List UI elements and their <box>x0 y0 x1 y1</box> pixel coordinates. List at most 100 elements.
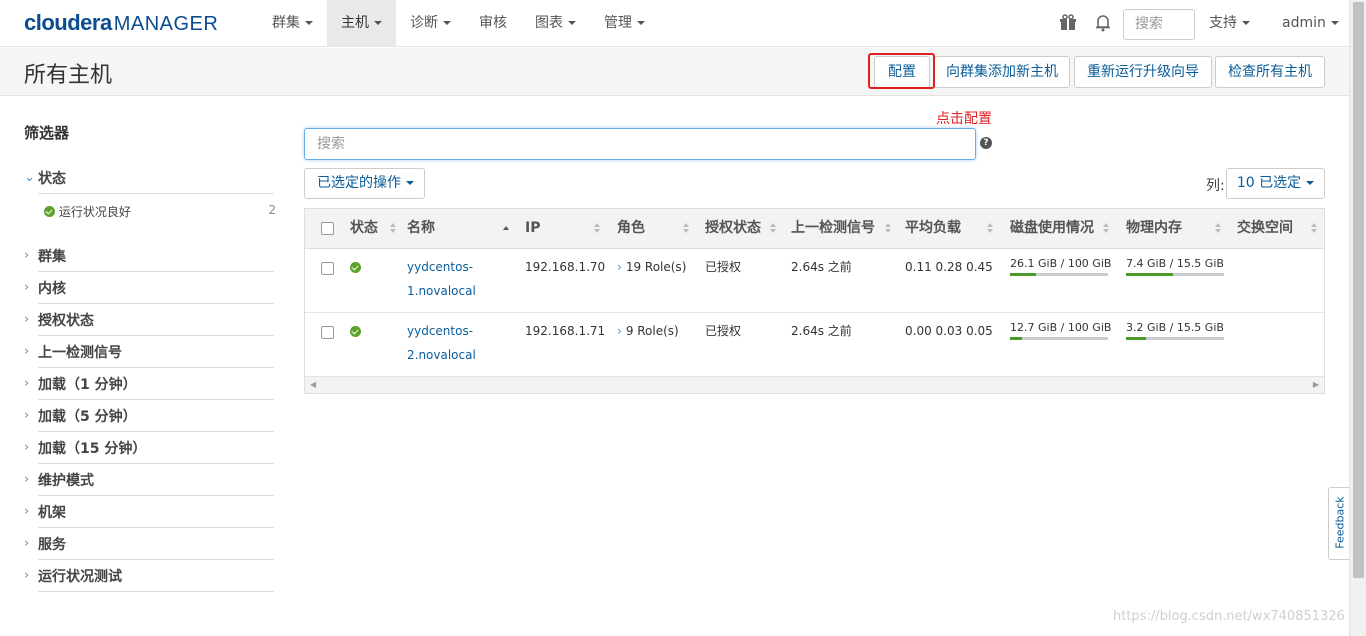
table-row[interactable]: yydcentos- 1.novalocal 192.168.1.70 › 19 R… <box>305 249 1324 313</box>
chevron-down-icon <box>374 21 382 25</box>
filter-count: 2 <box>268 203 276 217</box>
check-circle-icon <box>44 206 55 217</box>
nav-audits[interactable]: 审核 <box>465 0 521 47</box>
chevron-down-icon <box>406 181 414 185</box>
scroll-right-icon: ▶ <box>1312 380 1319 389</box>
sort-icon <box>683 223 689 234</box>
gift-icon[interactable] <box>1059 14 1077 32</box>
status-filter-healthy[interactable]: 运行状况良好 2 <box>44 203 276 223</box>
chevron-right-icon: › <box>24 248 30 263</box>
host-ip: 192.168.1.70 <box>525 260 606 274</box>
status-ok-icon <box>350 326 361 337</box>
facet-rack[interactable]: › 机架 <box>24 496 274 528</box>
nav-clusters[interactable]: 群集 <box>258 0 327 47</box>
col-swap-space[interactable]: 交换空间 <box>1237 209 1293 249</box>
nav-administration[interactable]: 管理 <box>590 0 659 47</box>
columns-label: 列: <box>1206 178 1225 194</box>
main-nav: 群集 主机 诊断 审核 图表 管理 <box>258 0 659 47</box>
facet-kernel[interactable]: › 内核 <box>24 272 274 304</box>
page-header: 所有主机 配置 向群集添加新主机 重新运行升级向导 检查所有主机 <box>0 48 1349 96</box>
col-roles[interactable]: 角色 <box>617 209 645 249</box>
global-search-input[interactable]: 搜索 <box>1123 9 1195 40</box>
host-search-input[interactable]: 搜索 <box>304 128 976 160</box>
chevron-right-icon: › <box>617 260 622 274</box>
row-checkbox[interactable] <box>321 326 334 339</box>
inspect-all-hosts-button[interactable]: 检查所有主机 <box>1215 56 1325 88</box>
memory-usage-bar: 7.4 GiB / 15.5 GiB <box>1126 257 1224 276</box>
rerun-upgrade-wizard-button[interactable]: 重新运行升级向导 <box>1074 56 1212 88</box>
col-load-average[interactable]: 平均负载 <box>905 209 961 249</box>
col-ip[interactable]: IP <box>525 209 540 249</box>
page-title: 所有主机 <box>24 63 113 88</box>
scrollbar-thumb[interactable] <box>1353 2 1364 578</box>
host-last-heartbeat: 2.64s 之前 <box>791 324 852 338</box>
sort-icon <box>1215 223 1221 234</box>
help-icon[interactable]: ? <box>980 137 992 149</box>
watermark: https://blog.csdn.net/wx740851326 <box>1113 609 1345 624</box>
configure-highlight-box <box>868 53 935 89</box>
filters-title: 筛选器 <box>24 124 70 142</box>
sort-icon <box>1311 223 1317 234</box>
host-name-link[interactable]: yydcentos- 1.novalocal <box>407 255 476 303</box>
status-ok-icon <box>350 262 361 273</box>
bell-icon[interactable] <box>1094 14 1112 32</box>
col-disk-usage[interactable]: 磁盘使用情况 <box>1010 209 1094 249</box>
facet-maintenance-mode[interactable]: › 维护模式 <box>24 464 274 496</box>
nav-hosts[interactable]: 主机 <box>327 0 396 47</box>
columns-dropdown[interactable]: 10 已选定 <box>1226 168 1325 199</box>
chevron-right-icon: › <box>24 472 30 487</box>
sort-icon <box>770 223 776 234</box>
annotation-text: 点击配置 <box>936 111 992 127</box>
col-auth-status[interactable]: 授权状态 <box>705 209 761 249</box>
chevron-down-icon <box>1306 181 1315 185</box>
sort-icon <box>987 223 993 234</box>
host-auth-status: 已授权 <box>705 324 742 338</box>
chevron-right-icon: › <box>24 504 30 519</box>
table-row[interactable]: yydcentos- 2.novalocal 192.168.1.71 › 9 Ro… <box>305 313 1324 377</box>
chevron-down-icon <box>1242 21 1250 25</box>
facet-last-heartbeat[interactable]: › 上一检测信号 <box>24 336 274 368</box>
facet-services[interactable]: › 服务 <box>24 528 274 560</box>
support-menu[interactable]: 支持 <box>1209 0 1250 46</box>
add-host-button[interactable]: 向群集添加新主机 <box>934 56 1070 88</box>
chevron-down-icon <box>637 21 645 25</box>
chevron-right-icon: › <box>24 408 30 423</box>
row-checkbox[interactable] <box>321 262 334 275</box>
host-roles[interactable]: › 19 Role(s) <box>617 259 686 275</box>
facet-load-1min[interactable]: › 加载（1 分钟） <box>24 368 274 400</box>
chevron-right-icon: › <box>24 568 30 583</box>
user-menu[interactable]: admin <box>1282 0 1339 46</box>
table-horizontal-scrollbar[interactable]: ◀ ▶ <box>305 376 1324 393</box>
chevron-right-icon: › <box>24 440 30 455</box>
facet-status[interactable]: ⌄ 状态 <box>24 162 274 194</box>
brand-product: MANAGER <box>113 13 219 35</box>
facet-load-15min[interactable]: › 加载（15 分钟） <box>24 432 274 464</box>
host-roles[interactable]: › 9 Role(s) <box>617 323 679 339</box>
chevron-right-icon: › <box>24 280 30 295</box>
select-all-checkbox[interactable] <box>321 222 334 235</box>
facet-load-5min[interactable]: › 加载（5 分钟） <box>24 400 274 432</box>
col-status[interactable]: 状态 <box>350 209 378 249</box>
chevron-down-icon <box>305 21 313 25</box>
facet-health-tests[interactable]: › 运行状况测试 <box>24 560 274 592</box>
feedback-tab[interactable]: Feedback <box>1328 487 1350 560</box>
sort-icon <box>1103 223 1109 234</box>
chevron-right-icon: › <box>24 376 30 391</box>
col-last-heartbeat[interactable]: 上一检测信号 <box>791 209 875 249</box>
page-vertical-scrollbar[interactable] <box>1349 0 1366 636</box>
selected-actions-dropdown[interactable]: 已选定的操作 <box>304 168 425 199</box>
chevron-down-icon <box>1330 21 1339 25</box>
brand-name: cloudera <box>24 10 112 35</box>
sort-icon <box>885 223 891 234</box>
col-physical-memory[interactable]: 物理内存 <box>1126 209 1182 249</box>
host-name-link[interactable]: yydcentos- 2.novalocal <box>407 319 476 367</box>
sort-icon <box>594 223 600 234</box>
host-auth-status: 已授权 <box>705 260 742 274</box>
nav-charts[interactable]: 图表 <box>521 0 590 47</box>
facet-cluster[interactable]: › 群集 <box>24 240 274 272</box>
sort-asc-icon <box>503 223 509 234</box>
facet-auth-status[interactable]: › 授权状态 <box>24 304 274 336</box>
nav-diagnostics[interactable]: 诊断 <box>396 0 465 47</box>
cloudera-manager-logo[interactable]: cloudera MANAGER <box>24 10 218 37</box>
col-name[interactable]: 名称 <box>407 209 435 249</box>
